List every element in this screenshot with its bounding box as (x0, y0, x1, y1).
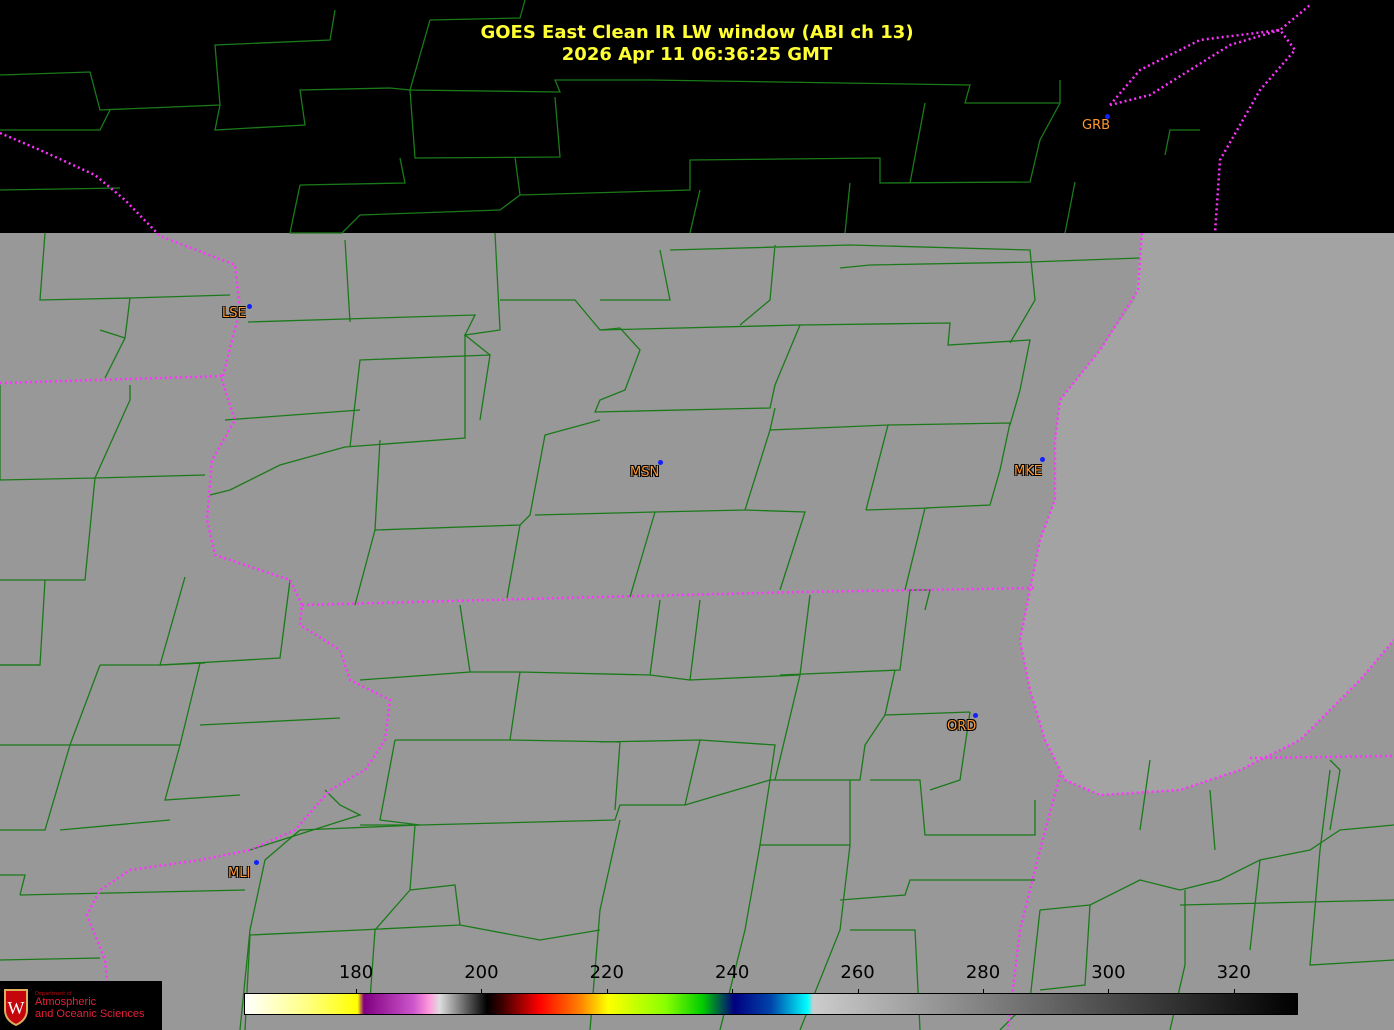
satellite-map (0, 0, 1394, 1030)
colorbar-tick (983, 989, 984, 994)
station-label-lse: LSE (222, 306, 246, 321)
colorbar-tick (1233, 989, 1235, 994)
station-label-ord: ORD (947, 719, 977, 734)
colorbar-tick (857, 989, 859, 994)
station-dot-lse (247, 304, 252, 309)
image-timestamp: 2026 Apr 11 06:36:25 GMT (561, 44, 833, 65)
colorbar-tick (606, 989, 608, 994)
colorbar-tick (356, 989, 357, 994)
colorbar-tick (481, 989, 483, 994)
logo-name-line1: Atmospheric (35, 996, 97, 1008)
station-dot-ord (973, 713, 978, 718)
logo-name-line2: and Oceanic Sciences (35, 1008, 145, 1020)
colorbar-tick-label: 320 (1216, 962, 1251, 983)
aos-logo: W Department of Atmospheric and Oceanic … (0, 981, 162, 1030)
colorbar-tick-label: 240 (715, 962, 750, 983)
station-label-mke: MKE (1014, 464, 1042, 479)
colorbar-tick (732, 989, 734, 994)
colorbar-tick-label: 180 (338, 962, 374, 983)
colorbar-tick-label: 300 (1091, 962, 1126, 983)
logo-name: Atmospheric and Oceanic Sciences (35, 996, 144, 1020)
colorbar-tick-label: 280 (965, 962, 1001, 983)
svg-text:W: W (8, 998, 25, 1018)
colorbar-tick (1108, 989, 1110, 994)
station-label-mli: MLI (228, 866, 251, 881)
image-title: GOES East Clean IR LW window (ABI ch 13) (480, 22, 914, 43)
temperature-colorbar (244, 993, 1298, 1015)
colorbar-tick-label: 220 (589, 962, 624, 983)
station-dot-mke (1040, 457, 1045, 462)
uw-crest-icon: W (4, 989, 28, 1026)
station-dot-mli (254, 860, 259, 865)
station-label-msn: MSN (630, 465, 660, 480)
station-label-grb: GRB (1082, 118, 1111, 133)
colorbar-tick-label: 200 (464, 962, 499, 983)
satellite-image-viewer: GOES East Clean IR LW window (ABI ch 13)… (0, 0, 1394, 1030)
colorbar-tick-label: 260 (840, 962, 875, 983)
